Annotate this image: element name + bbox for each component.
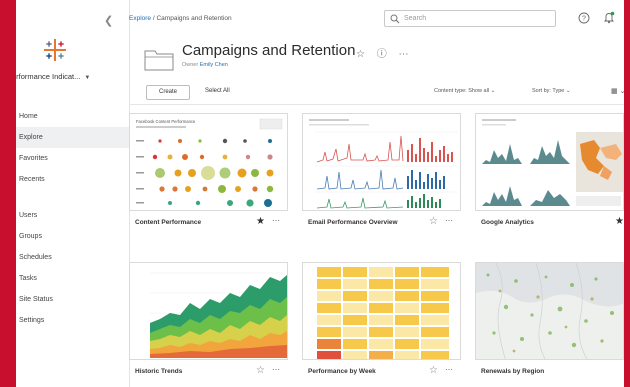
card-title[interactable]: Historic Trends	[135, 368, 182, 375]
content-type-value: Show all	[468, 88, 490, 94]
search-input[interactable]: Search	[384, 10, 556, 27]
title-actions: ☆ ⓘ ⋯	[356, 45, 418, 60]
sort-by-dropdown[interactable]: Sort by: Type ⌄	[532, 88, 570, 94]
stacked-area-chart-thumbnail	[150, 272, 287, 358]
map-thumbnail	[476, 263, 623, 359]
content-type-filter[interactable]: Content type: Show all ⌄	[434, 88, 495, 94]
content-type-label: Content type:	[434, 88, 467, 94]
sidebar-item-home[interactable]: Home	[16, 106, 129, 127]
favorite-star-filled-icon[interactable]: ★	[615, 216, 624, 227]
top-bar: Explore / Campaigns and Retention Search…	[129, 0, 624, 36]
card-title[interactable]: Google Analytics	[481, 219, 534, 226]
more-actions-icon[interactable]: ⋯	[272, 365, 280, 374]
sidebar: ❮ erformance Indicat... ▼ Home Explore Fa…	[16, 0, 130, 387]
owner-label: Owner	[182, 62, 199, 68]
workbook-thumbnail[interactable]	[129, 262, 288, 360]
chevron-down-icon: ⌄	[490, 88, 496, 94]
more-actions-icon[interactable]: ⋯	[272, 216, 280, 225]
favorite-star-icon[interactable]: ☆	[256, 365, 265, 376]
svg-text:?: ?	[582, 16, 586, 23]
card-title[interactable]: Performance by Week	[308, 368, 376, 375]
breadcrumb-separator: /	[152, 15, 155, 22]
sort-label: Sort by:	[532, 88, 551, 94]
search-icon	[390, 14, 400, 24]
chevron-down-icon: ⌄	[565, 88, 571, 94]
chevron-down-icon: ⌄	[619, 88, 624, 95]
more-actions-icon[interactable]: ⋯	[445, 216, 453, 225]
sidebar-item-users[interactable]: Users	[16, 205, 129, 226]
card-title[interactable]: Email Performance Overview	[308, 219, 398, 226]
card-title[interactable]: Renewals by Region	[481, 368, 544, 375]
select-all-button[interactable]: Select All	[205, 88, 230, 94]
favorite-star-icon[interactable]: ☆	[356, 49, 365, 60]
thumb-title: Facebook Content Performance	[136, 119, 196, 124]
toolbar-divider	[129, 104, 624, 105]
bar-spike-chart-thumbnail	[309, 119, 458, 209]
search-placeholder: Search	[404, 15, 427, 22]
sidebar-item-tasks[interactable]: Tasks	[16, 268, 129, 289]
content-toolbar: Create Select All Content type: Show all…	[129, 85, 624, 101]
workbook-thumbnail[interactable]	[302, 113, 461, 211]
site-selector[interactable]: erformance Indicat... ▼	[16, 72, 128, 81]
more-actions-icon[interactable]: ⋯	[445, 365, 453, 374]
view-toggle[interactable]: ▦ ⌄	[611, 87, 624, 95]
breadcrumb-current: Campaigns and Retention	[156, 15, 232, 22]
info-icon[interactable]: ⓘ	[377, 49, 387, 60]
sidebar-item-site-status[interactable]: Site Status	[16, 289, 129, 310]
create-button[interactable]: Create	[146, 85, 190, 100]
sidebar-item-schedules[interactable]: Schedules	[16, 247, 129, 268]
breadcrumb-explore[interactable]: Explore	[129, 15, 151, 22]
sidebar-item-groups[interactable]: Groups	[16, 226, 129, 247]
analytics-dashboard-thumbnail	[482, 119, 623, 206]
nav-divider	[16, 190, 129, 205]
more-actions-icon[interactable]: ⋯	[399, 49, 409, 60]
breadcrumb: Explore / Campaigns and Retention	[129, 15, 232, 22]
sidebar-item-explore[interactable]: Explore	[16, 127, 129, 148]
workbook-thumbnail[interactable]: Facebook Content Performance	[129, 113, 288, 211]
sidebar-item-recents[interactable]: Recents	[16, 169, 129, 190]
favorite-star-icon[interactable]: ☆	[429, 216, 438, 227]
project-folder-icon	[144, 50, 174, 71]
collapse-sidebar-icon[interactable]: ❮	[104, 14, 113, 27]
sidebar-item-favorites[interactable]: Favorites	[16, 148, 129, 169]
site-name: erformance Indicat...	[16, 72, 81, 81]
owner-name-link[interactable]: Emily Chen	[200, 62, 228, 68]
workbook-thumbnail[interactable]	[302, 262, 461, 360]
favorite-star-icon[interactable]: ☆	[429, 365, 438, 376]
heatmap-thumbnail	[317, 267, 449, 359]
owner-line: Owner Emily Chen	[182, 62, 228, 68]
workbook-thumbnail[interactable]	[475, 113, 624, 211]
favorite-star-filled-icon[interactable]: ★	[256, 216, 265, 227]
sidebar-nav: Home Explore Favorites Recents Users Gro…	[16, 106, 129, 331]
workbook-thumbnail[interactable]	[475, 262, 624, 360]
help-icon[interactable]: ?	[578, 12, 590, 24]
sort-value: Type	[552, 88, 565, 94]
tableau-logo-icon[interactable]	[43, 38, 67, 62]
page-title: Campaigns and Retention	[182, 42, 356, 59]
chevron-down-icon: ▼	[84, 75, 91, 81]
sidebar-item-settings[interactable]: Settings	[16, 310, 129, 331]
bubble-chart-thumbnail: Facebook Content Performance	[136, 118, 283, 207]
card-title[interactable]: Content Performance	[135, 219, 201, 226]
grid-view-icon: ▦	[611, 88, 618, 95]
app-window: ❮ erformance Indicat... ▼ Home Explore Fa…	[16, 0, 624, 387]
notifications-bell-icon[interactable]	[603, 11, 615, 24]
